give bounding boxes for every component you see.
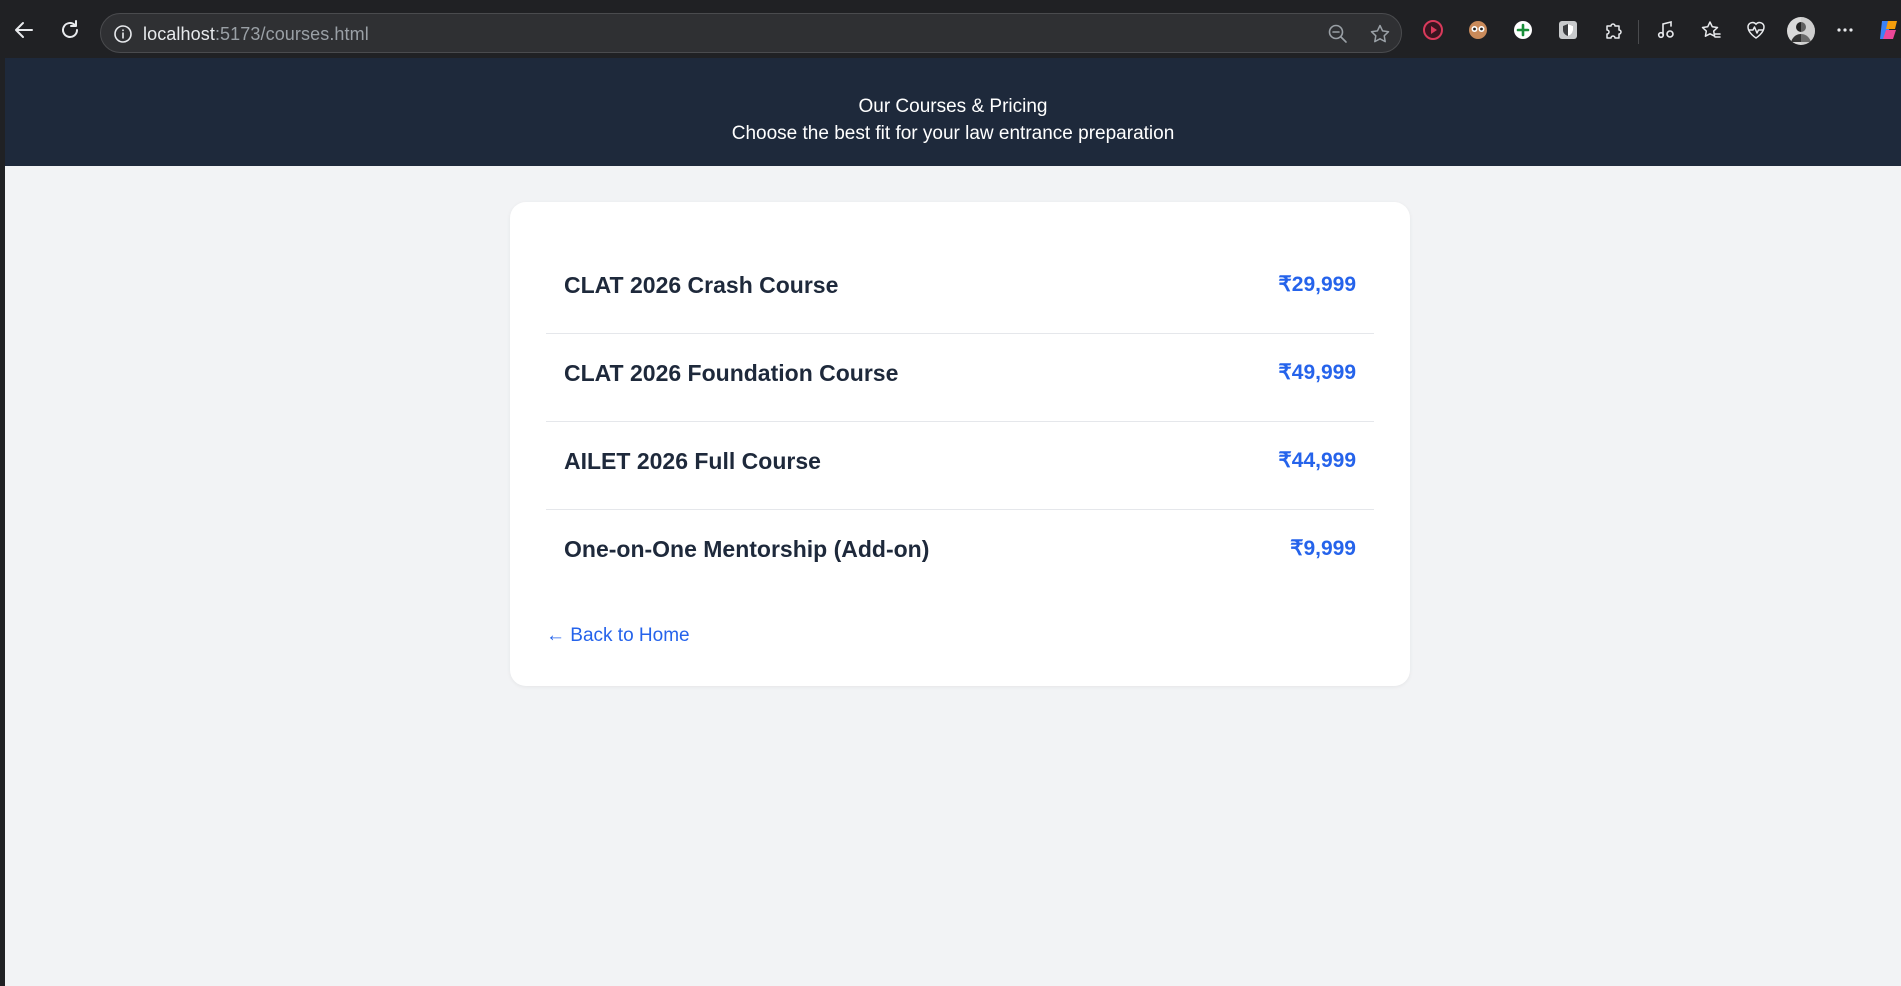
course-price: ₹29,999 (1278, 273, 1356, 296)
back-arrow-icon[interactable] (8, 14, 40, 46)
courses-card: CLAT 2026 Crash Course ₹29,999 CLAT 2026… (510, 202, 1410, 686)
video-extension-icon[interactable] (1421, 18, 1445, 42)
course-name: AILET 2026 Full Course (564, 448, 821, 474)
url-path: :5173/courses.html (214, 24, 369, 44)
course-price: ₹44,999 (1278, 449, 1356, 472)
profile-avatar[interactable] (1786, 16, 1816, 46)
page-viewport: Our Courses & Pricing Choose the best fi… (5, 58, 1901, 986)
course-price: ₹49,999 (1278, 361, 1356, 384)
course-name: CLAT 2026 Crash Course (564, 272, 839, 298)
browser-toolbar: localhost:5173/courses.html (0, 0, 1901, 58)
url-text[interactable]: localhost:5173/courses.html (143, 24, 369, 45)
page-title: Our Courses & Pricing (858, 96, 1048, 117)
add-extension-icon[interactable] (1511, 18, 1535, 42)
shield-extension-icon[interactable] (1556, 18, 1580, 42)
back-to-home-link[interactable]: ← Back to Home (546, 625, 690, 647)
course-row: CLAT 2026 Foundation Course ₹49,999 (546, 334, 1374, 422)
toolbar-separator (1638, 20, 1639, 44)
owl-extension-icon[interactable] (1466, 18, 1490, 42)
course-row: One-on-One Mentorship (Add-on) ₹9,999 (546, 510, 1374, 598)
page-subtitle: Choose the best fit for your law entranc… (731, 123, 1175, 144)
info-icon[interactable] (113, 24, 133, 44)
course-row: CLAT 2026 Crash Course ₹29,999 (546, 246, 1374, 334)
media-control-icon[interactable] (1654, 18, 1678, 42)
address-bar[interactable]: localhost:5173/courses.html (100, 13, 1402, 53)
copilot-icon[interactable] (1876, 18, 1901, 42)
course-list: CLAT 2026 Crash Course ₹29,999 CLAT 2026… (546, 246, 1374, 598)
reload-icon[interactable] (54, 14, 86, 46)
url-host: localhost (143, 24, 215, 44)
health-icon[interactable] (1744, 18, 1768, 42)
page-header: Our Courses & Pricing Choose the best fi… (5, 58, 1901, 166)
course-price: ₹9,999 (1290, 537, 1356, 560)
favorite-star-icon[interactable] (1369, 23, 1391, 45)
zoom-out-icon[interactable] (1327, 23, 1349, 45)
puzzle-extensions-icon[interactable] (1601, 18, 1625, 42)
course-row: AILET 2026 Full Course ₹44,999 (546, 422, 1374, 510)
favorites-icon[interactable] (1699, 18, 1723, 42)
course-name: One-on-One Mentorship (Add-on) (564, 536, 930, 562)
more-menu-icon[interactable] (1833, 18, 1857, 42)
course-name: CLAT 2026 Foundation Course (564, 360, 899, 386)
